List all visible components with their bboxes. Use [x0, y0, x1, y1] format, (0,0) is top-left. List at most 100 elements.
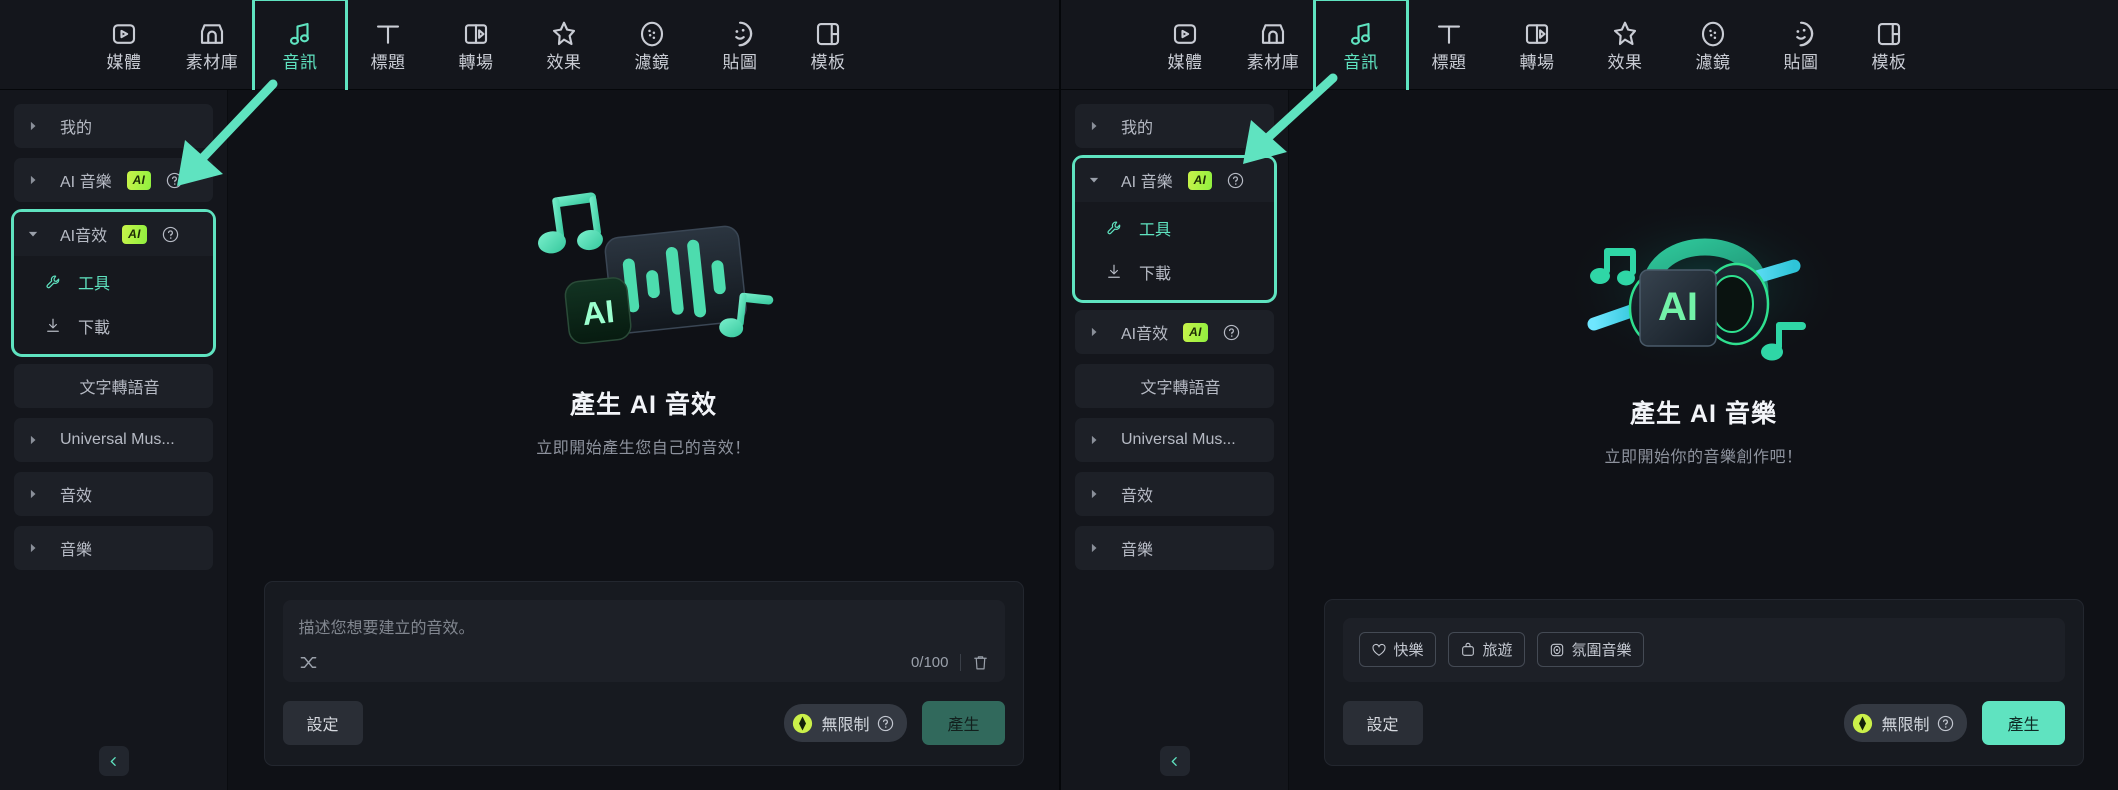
- sidebar-caret[interactable]: [1087, 487, 1101, 501]
- toolbar-item-label: 效果: [1607, 52, 1643, 72]
- question-mark-icon[interactable]: [162, 226, 179, 243]
- question-mark-icon[interactable]: [1227, 172, 1244, 189]
- chip-快樂[interactable]: 快樂: [1358, 632, 1436, 667]
- sidebar-item-文字轉語音[interactable]: 文字轉語音: [1075, 364, 1274, 408]
- filter-icon: [640, 21, 664, 46]
- sidebar-item-label: 文字轉語音: [79, 380, 160, 397]
- left-settings-button[interactable]: 設定: [282, 701, 363, 745]
- left-prompt-placeholder: 描述您想要建立的音效。: [298, 620, 475, 637]
- toolbar-item-素材庫[interactable]: 素材庫: [1229, 8, 1317, 82]
- chevron-left-icon: [110, 756, 116, 766]
- toolbar-item-效果[interactable]: 效果: [520, 8, 608, 82]
- sidebar-caret[interactable]: [1087, 541, 1101, 555]
- sidebar-item-AI音效[interactable]: AI音效 AI: [1075, 310, 1274, 354]
- question-mark-icon[interactable]: [1223, 324, 1240, 341]
- sidebar-item-AI音效[interactable]: AI音效 AI: [14, 212, 213, 256]
- sidebar-item-AI音樂[interactable]: AI 音樂 AI: [14, 158, 213, 202]
- trash-icon[interactable]: [972, 653, 989, 672]
- sidebar-item-AI音樂[interactable]: AI 音樂 AI: [1075, 158, 1274, 202]
- toolbar-item-label: 標題: [370, 52, 406, 72]
- right-actions: 設定 無限制 產生: [1342, 701, 2065, 745]
- sidebar-caret[interactable]: [1087, 173, 1101, 187]
- toolbar-item-label: 媒體: [1167, 52, 1203, 72]
- sidebar-subitem-工具[interactable]: 工具: [14, 260, 213, 304]
- toolbar-item-轉場[interactable]: 轉場: [1493, 8, 1581, 82]
- sidebar-caret[interactable]: [26, 487, 40, 501]
- sidebar-caret[interactable]: [26, 433, 40, 447]
- right-main: AI 產生 AI 音樂 立即開始你的音樂創作吧！ 快樂 旅遊 氛圍音樂 設定 無…: [1289, 90, 2118, 790]
- sidebar-item-我的[interactable]: 我的: [14, 104, 213, 148]
- sidebar-subitem-label: 工具: [78, 276, 111, 293]
- sidebar-group-UniversalMus: Universal Mus...: [14, 418, 213, 462]
- chevron-left-icon: [1171, 756, 1177, 766]
- toolbar-item-標題[interactable]: 標題: [1405, 8, 1493, 82]
- toolbar-item-標題[interactable]: 標題: [344, 8, 432, 82]
- left-sidebar-collapse-button[interactable]: [98, 746, 129, 776]
- left-prompt-input[interactable]: 描述您想要建立的音效。 0/100: [282, 600, 1005, 682]
- sidebar-item-音效[interactable]: 音效: [1075, 472, 1274, 516]
- toolbar-item-素材庫[interactable]: 素材庫: [168, 8, 256, 82]
- toolbar-item-濾鏡[interactable]: 濾鏡: [1669, 8, 1757, 82]
- right-credit-pill[interactable]: 無限制: [1844, 704, 1968, 742]
- sidebar-item-label: AI 音樂: [60, 174, 112, 191]
- right-generate-button[interactable]: 產生: [1982, 701, 2065, 745]
- gem-icon: [793, 713, 813, 733]
- left-sidebar: 我的 AI 音樂 AI AI音效 AI 工具 下載 文字轉語音 Universa…: [0, 90, 228, 790]
- sidebar-item-音樂[interactable]: 音樂: [14, 526, 213, 570]
- toolbar-item-媒體[interactable]: 媒體: [80, 8, 168, 82]
- right-credit-label: 無限制: [1881, 717, 1930, 734]
- sidebar-group-AI音樂: AI 音樂 AI 工具 下載: [1072, 155, 1277, 303]
- toolbar-item-濾鏡[interactable]: 濾鏡: [608, 8, 696, 82]
- chip-旅遊[interactable]: 旅遊: [1447, 632, 1525, 667]
- question-mark-icon[interactable]: [1937, 715, 1954, 732]
- sidebar-caret[interactable]: [1087, 325, 1101, 339]
- shuffle-icon[interactable]: [299, 653, 318, 672]
- sidebar-caret[interactable]: [26, 119, 40, 133]
- toolbar-item-label: 媒體: [106, 52, 142, 72]
- left-generate-button[interactable]: 產生: [922, 701, 1005, 745]
- question-mark-icon[interactable]: [166, 172, 183, 189]
- sidebar-group-音樂: 音樂: [1075, 526, 1274, 570]
- sidebar-item-音效[interactable]: 音效: [14, 472, 213, 516]
- sidebar-item-我的[interactable]: 我的: [1075, 104, 1274, 148]
- left-char-counter: 0/100: [910, 654, 949, 671]
- sidebar-item-label: Universal Mus...: [60, 431, 175, 448]
- toolbar-item-label: 音訊: [1343, 52, 1379, 72]
- right-settings-button[interactable]: 設定: [1342, 701, 1423, 745]
- toolbar-item-貼圖[interactable]: 貼圖: [1757, 8, 1845, 82]
- sidebar-subitem-工具[interactable]: 工具: [1075, 206, 1274, 250]
- left-main: AI 產生 AI 音效 立即開始產生您自己的音效！ 描述您想要建立的音效。 0/…: [228, 90, 1059, 790]
- question-mark-icon[interactable]: [877, 715, 894, 732]
- sidebar-subitem-下載[interactable]: 下載: [14, 304, 213, 348]
- sidebar-item-UniversalMus[interactable]: Universal Mus...: [14, 418, 213, 462]
- toolbar-item-模板[interactable]: 模板: [784, 8, 872, 82]
- sidebar-caret[interactable]: [26, 541, 40, 555]
- sidebar-caret[interactable]: [26, 227, 40, 241]
- toolbar-item-音訊[interactable]: 音訊: [252, 0, 348, 94]
- toolbar-item-label: 貼圖: [1783, 52, 1819, 72]
- left-toolbar: 媒體 素材庫 音訊 標題 轉場 效果 濾鏡 貼圖 模板: [0, 0, 1059, 94]
- sidebar-subitem-下載[interactable]: 下載: [1075, 250, 1274, 294]
- transition-icon: [1525, 23, 1549, 44]
- toolbar-item-媒體[interactable]: 媒體: [1141, 8, 1229, 82]
- sidebar-item-UniversalMus[interactable]: Universal Mus...: [1075, 418, 1274, 462]
- effect-icon: [552, 21, 576, 45]
- chip-氛圍音樂[interactable]: 氛圍音樂: [1536, 632, 1644, 667]
- toolbar-item-label: 音訊: [282, 52, 318, 72]
- toolbar-item-貼圖[interactable]: 貼圖: [696, 8, 784, 82]
- sidebar-caret[interactable]: [26, 173, 40, 187]
- toolbar-item-模板[interactable]: 模板: [1845, 8, 1933, 82]
- left-credit-pill[interactable]: 無限制: [784, 704, 908, 742]
- right-sidebar-collapse-button[interactable]: [1159, 746, 1190, 776]
- sidebar-item-文字轉語音[interactable]: 文字轉語音: [14, 364, 213, 408]
- left-hero-title: 產生 AI 音效: [570, 391, 717, 419]
- right-body: 我的 AI 音樂 AI 工具 下載 AI音效 AI 文字轉語音 Universa…: [1061, 90, 2118, 790]
- toolbar-item-音訊[interactable]: 音訊: [1313, 0, 1409, 94]
- sidebar-item-音樂[interactable]: 音樂: [1075, 526, 1274, 570]
- ai-badge: AI: [1187, 170, 1213, 190]
- sidebar-caret[interactable]: [1087, 433, 1101, 447]
- sticker-icon: [1796, 21, 1814, 46]
- toolbar-item-轉場[interactable]: 轉場: [432, 8, 520, 82]
- toolbar-item-效果[interactable]: 效果: [1581, 8, 1669, 82]
- sidebar-caret[interactable]: [1087, 119, 1101, 133]
